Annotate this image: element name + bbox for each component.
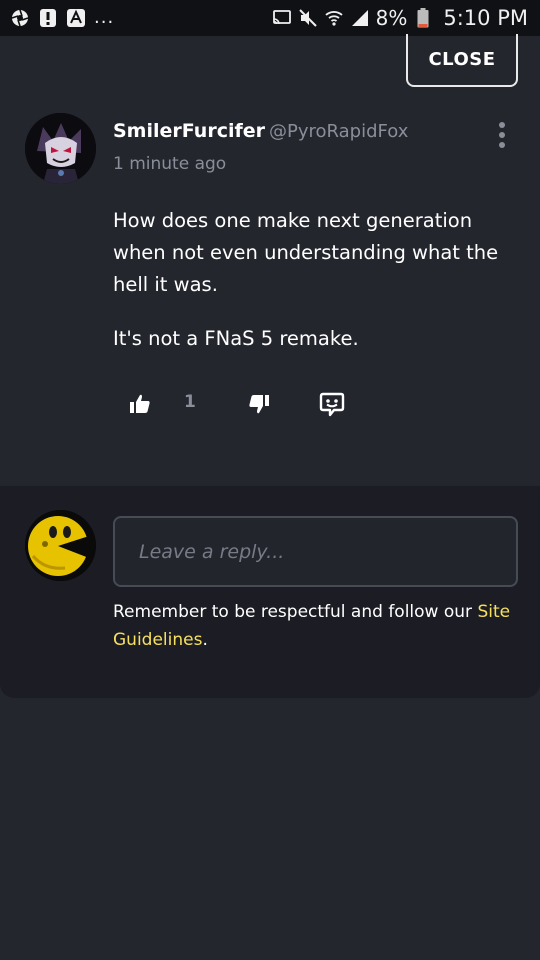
author-handle[interactable]: @PyroRapidFox	[269, 121, 408, 142]
status-bar-system: 8% 5:10 PM	[272, 6, 528, 30]
close-button[interactable]: CLOSE	[406, 34, 518, 87]
like-count: 1	[184, 392, 196, 412]
reply-input[interactable]	[113, 516, 518, 587]
app-icon	[66, 8, 86, 28]
clock: 5:10 PM	[443, 6, 528, 30]
mute-icon	[298, 8, 318, 28]
wifi-icon	[324, 8, 344, 28]
aperture-icon	[10, 8, 30, 28]
comment-paragraph: It's not a FNaS 5 remake.	[113, 327, 359, 350]
emote-icon[interactable]	[318, 390, 346, 418]
more-notifications: ...	[94, 7, 115, 28]
author-name[interactable]: SmilerFurcifer	[113, 120, 265, 142]
battery-icon	[413, 8, 433, 28]
cast-icon	[272, 8, 292, 28]
guidelines-text: Remember to be respectful and follow our	[113, 602, 478, 622]
status-bar-notifications: ...	[10, 8, 114, 28]
thumbs-up-icon[interactable]	[128, 392, 152, 416]
alert-icon	[38, 8, 58, 28]
more-vertical-icon[interactable]	[490, 118, 514, 152]
comment-body: How does one make next generation when n…	[113, 205, 523, 355]
comment-timestamp: 1 minute ago	[113, 154, 227, 174]
comment-paragraph: How does one make next generation when n…	[113, 209, 499, 296]
guidelines-end: .	[202, 630, 208, 650]
battery-level: 8%	[375, 6, 408, 30]
signal-icon	[350, 8, 370, 28]
comment-actions: 1	[0, 384, 540, 424]
author-avatar[interactable]	[25, 113, 96, 184]
thumbs-down-icon[interactable]	[247, 392, 271, 416]
author-info: SmilerFurcifer @PyroRapidFox	[113, 120, 408, 142]
reply-panel: Remember to be respectful and follow our…	[0, 486, 540, 698]
status-bar: ... 8% 5:10 PM	[0, 0, 540, 36]
user-avatar[interactable]	[25, 510, 96, 581]
guidelines-notice: Remember to be respectful and follow our…	[113, 598, 528, 654]
